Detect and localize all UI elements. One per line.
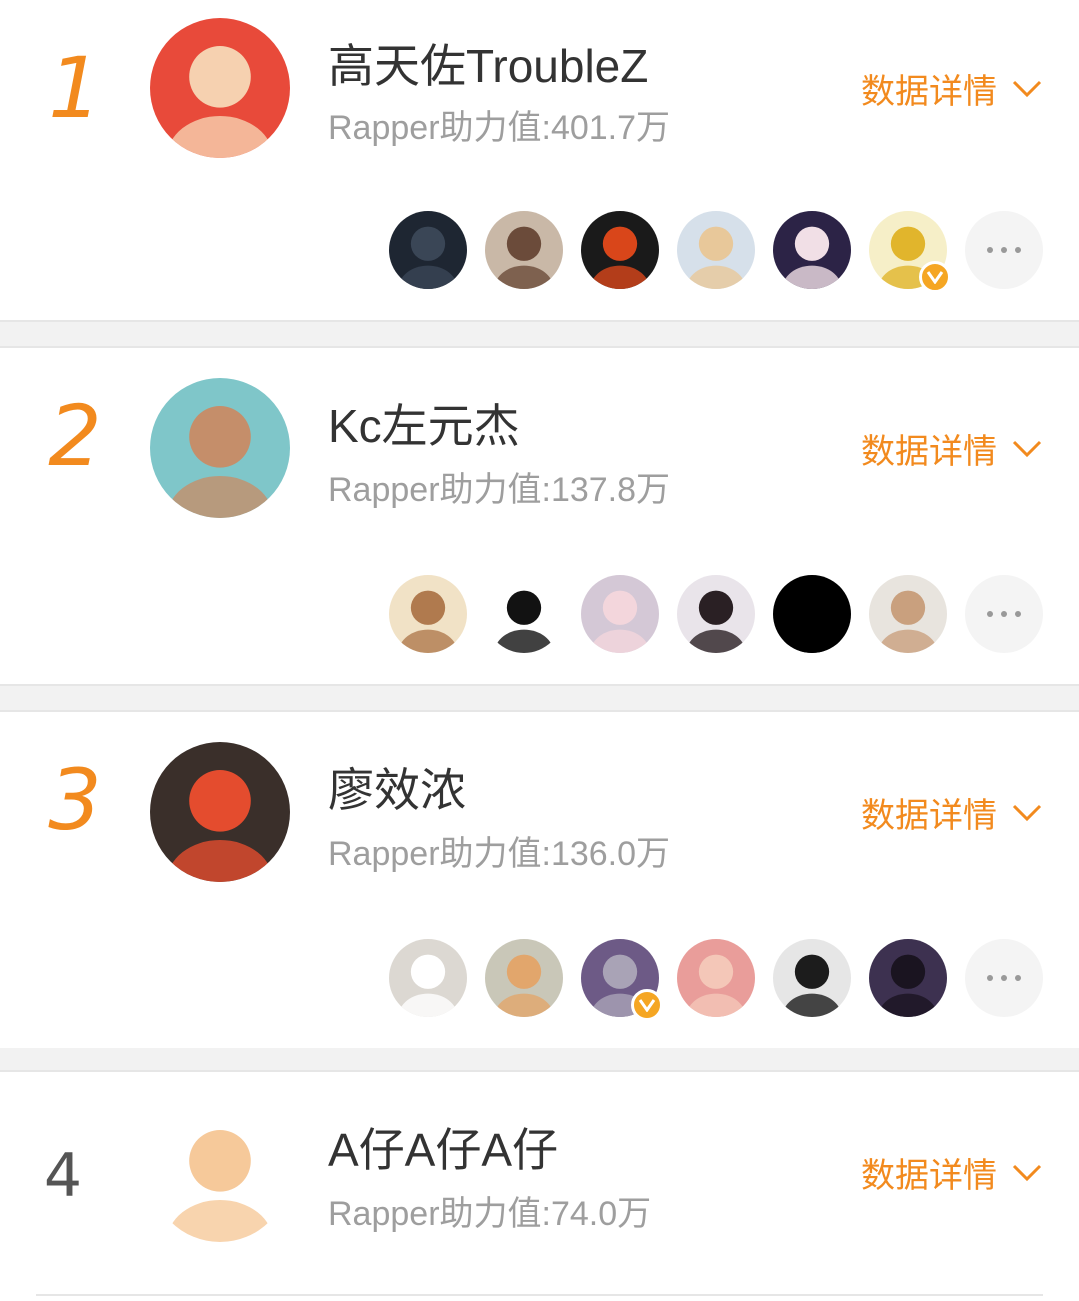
red-haired-cartoon-avatar[interactable] [150, 18, 290, 158]
more-supporters-button[interactable] [965, 211, 1043, 289]
section-separator [0, 1044, 1079, 1072]
rank-number: 3 [48, 751, 102, 849]
ellipsis-dot-icon [1015, 975, 1021, 981]
ellipsis-dot-icon [987, 975, 993, 981]
red-flame-avatar[interactable] [581, 211, 659, 289]
psychedelic-spiral-face-avatar[interactable] [150, 742, 290, 882]
bottom-divider [36, 1294, 1043, 1296]
girl-sunglasses-avatar[interactable] [485, 211, 563, 289]
data-detail-button[interactable]: 数据详情 [861, 64, 1043, 113]
artist-name[interactable]: Kc左元杰 [328, 390, 520, 456]
rank-number: 4 [43, 1141, 83, 1211]
ellipsis-dot-icon [1001, 975, 1007, 981]
supporter-avatars [389, 939, 1043, 1021]
ellipsis-dot-icon [987, 611, 993, 617]
ellipsis-dot-icon [1001, 247, 1007, 253]
anime-girl-avatar[interactable] [773, 211, 851, 289]
chevron-down-icon [1011, 1163, 1043, 1183]
supporter-avatars [389, 575, 1043, 653]
support-value: Rapper助力值:74.0万 [328, 1195, 652, 1233]
data-detail-button[interactable]: 数据详情 [861, 424, 1043, 473]
girl-long-hair-avatar[interactable] [677, 575, 755, 653]
ellipsis-dot-icon [1001, 611, 1007, 617]
section-separator [0, 320, 1079, 348]
yellow-hood-cartoon-avatar[interactable] [869, 211, 951, 293]
data-detail-label: 数据详情 [861, 1157, 997, 1195]
tom-cat-cartoon-avatar[interactable] [581, 939, 663, 1021]
dark-photo-avatar[interactable] [389, 211, 467, 289]
blonde-girl-avatar[interactable] [677, 211, 755, 289]
chevron-down-icon [1011, 803, 1043, 823]
ellipsis-dot-icon [987, 247, 993, 253]
verified-badge-icon [631, 989, 663, 1021]
ellipsis-dot-icon [1015, 247, 1021, 253]
dark-anime-girl-avatar[interactable] [869, 939, 947, 1017]
mirror-selfie-avatar[interactable] [773, 939, 851, 1017]
black-gummy-bear-avatar[interactable] [485, 575, 563, 653]
data-detail-label: 数据详情 [861, 73, 997, 111]
rank-number: 2 [48, 387, 102, 485]
baby-beanie-avatar[interactable] [869, 575, 947, 653]
girl-flowers-avatar[interactable] [389, 575, 467, 653]
section-separator [0, 684, 1079, 712]
orange-kitten-avatar[interactable] [485, 939, 563, 1017]
support-value: Rapper助力值:401.7万 [328, 109, 671, 147]
data-detail-button[interactable]: 数据详情 [861, 788, 1043, 837]
support-value: Rapper助力值:136.0万 [328, 835, 671, 873]
pink-hair-girl-avatar[interactable] [677, 939, 755, 1017]
cartoon-man-sunglasses-avatar[interactable] [150, 1102, 290, 1242]
chevron-down-icon [1011, 439, 1043, 459]
ellipsis-dot-icon [1015, 611, 1021, 617]
rank-card: 2 Kc左元杰 Rapper助力值:137.8万 数据详情 [0, 348, 1079, 684]
artist-name[interactable]: 廖效浓 [328, 754, 466, 820]
supporter-avatars [389, 211, 1043, 293]
chevron-down-icon [1011, 79, 1043, 99]
rank-card: 1 高天佐TroubleZ Rapper助力值:401.7万 数据详情 [0, 0, 1079, 320]
verified-badge-icon [919, 261, 951, 293]
data-detail-button[interactable]: 数据详情 [861, 1148, 1043, 1197]
data-detail-label: 数据详情 [861, 433, 997, 471]
more-supporters-button[interactable] [965, 939, 1043, 1017]
artist-name[interactable]: A仔A仔A仔 [328, 1114, 558, 1180]
rank-card: 4 A仔A仔A仔 Rapper助力值:74.0万 数据详情 [0, 1072, 1079, 1301]
white-puppy-avatar[interactable] [389, 939, 467, 1017]
artist-name[interactable]: 高天佐TroubleZ [328, 30, 648, 96]
pink-cartoon-pig-avatar[interactable] [581, 575, 659, 653]
data-detail-label: 数据详情 [861, 797, 997, 835]
man-sunglasses-avatar[interactable] [150, 378, 290, 518]
black-circle-avatar[interactable] [773, 575, 851, 653]
support-value: Rapper助力值:137.8万 [328, 471, 671, 509]
rank-card: 3 廖效浓 Rapper助力值:136.0万 数据详情 [0, 712, 1079, 1048]
rank-number: 1 [48, 39, 102, 137]
more-supporters-button[interactable] [965, 575, 1043, 653]
